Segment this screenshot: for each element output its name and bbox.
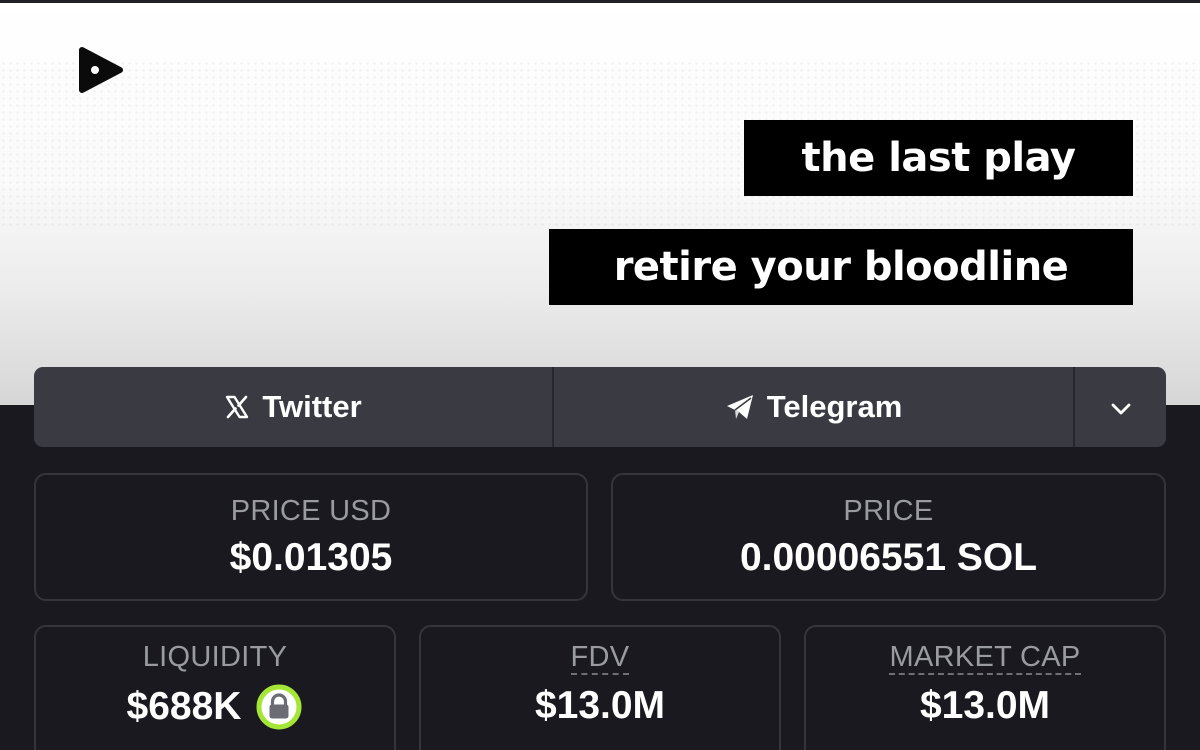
market-cap-value: $13.0M bbox=[919, 684, 1051, 727]
tagline-retire-bloodline: retire your bloodline bbox=[549, 229, 1133, 305]
liquidity-label: LIQUIDITY bbox=[142, 641, 288, 673]
market-cap-card: MARKET CAP $13.0M bbox=[804, 625, 1166, 750]
lock-icon[interactable] bbox=[255, 683, 303, 731]
chevron-down-icon bbox=[1109, 389, 1133, 425]
price-sol-label: PRICE bbox=[843, 495, 934, 527]
liquidity-card: LIQUIDITY $688K bbox=[34, 625, 396, 750]
price-usd-label: PRICE USD bbox=[230, 495, 392, 527]
fdv-value: $13.0M bbox=[534, 684, 666, 727]
liquidity-value: $688K bbox=[126, 685, 242, 728]
price-sol-value: 0.00006551 SOL bbox=[739, 536, 1038, 579]
fdv-card: FDV $13.0M bbox=[419, 625, 781, 750]
telegram-label: Telegram bbox=[766, 389, 903, 424]
market-cap-label[interactable]: MARKET CAP bbox=[889, 641, 1081, 675]
social-links-bar: Twitter Telegram bbox=[34, 367, 1166, 447]
price-usd-card: PRICE USD $0.01305 bbox=[34, 473, 588, 601]
twitter-label: Twitter bbox=[262, 389, 362, 424]
x-icon bbox=[224, 394, 250, 420]
price-usd-value: $0.01305 bbox=[229, 536, 393, 579]
banner-top-border bbox=[0, 0, 1200, 3]
token-page: the last play retire your bloodline Twit… bbox=[0, 0, 1200, 750]
paper-plane-icon bbox=[725, 393, 755, 421]
twitter-button[interactable]: Twitter bbox=[34, 367, 554, 447]
tagline-last-play: the last play bbox=[744, 120, 1133, 196]
token-banner: the last play retire your bloodline bbox=[0, 0, 1200, 405]
more-links-dropdown[interactable] bbox=[1075, 367, 1166, 447]
play-logo-icon bbox=[78, 46, 124, 94]
fdv-label[interactable]: FDV bbox=[570, 641, 630, 675]
price-sol-card: PRICE 0.00006551 SOL bbox=[611, 473, 1166, 601]
telegram-button[interactable]: Telegram bbox=[554, 367, 1075, 447]
liquidity-value-row: $688K bbox=[36, 683, 394, 731]
